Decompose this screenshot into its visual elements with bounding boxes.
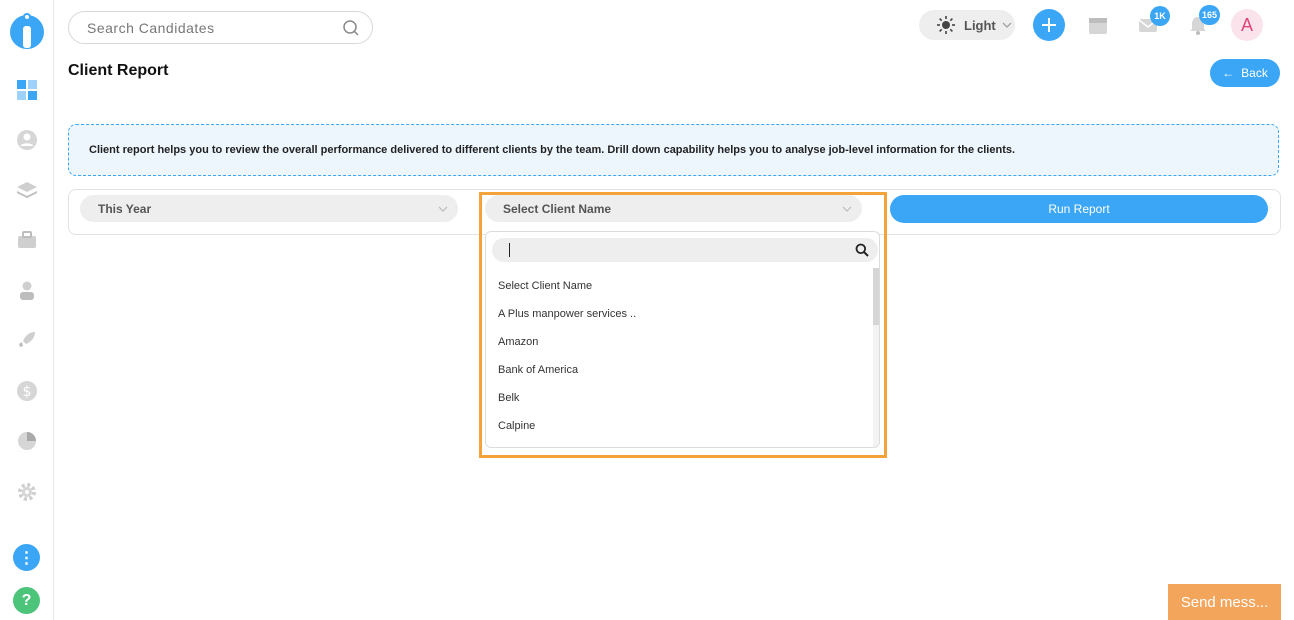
add-button[interactable] <box>1033 9 1065 41</box>
dropdown-option[interactable]: A Plus manpower services .. <box>486 300 872 328</box>
sidebar: $ ⋮ ? <box>0 0 54 620</box>
page-title: Client Report <box>68 62 169 79</box>
dropdown-option[interactable]: Amazon <box>486 328 872 356</box>
notification-badge: 165 <box>1199 5 1221 25</box>
help-icon[interactable]: ? <box>13 587 40 614</box>
info-banner: Client report helps you to review the ov… <box>68 124 1279 176</box>
back-button[interactable]: ← Back <box>1210 59 1280 87</box>
theme-label: Light <box>964 17 996 33</box>
theme-toggle[interactable]: Light <box>919 10 1015 40</box>
reports-pie-icon[interactable] <box>15 429 39 453</box>
dropdown-option[interactable]: Select Client Name <box>486 272 872 300</box>
scrollbar-thumb[interactable] <box>873 268 879 325</box>
billing-dollar-icon[interactable]: $ <box>15 379 39 403</box>
plus-icon <box>1042 18 1056 32</box>
app-root: $ ⋮ ? Light 1K 165 A Client Report ← Bac… <box>0 0 1294 620</box>
dashboard-icon[interactable] <box>15 78 39 102</box>
sun-icon <box>937 16 955 34</box>
recruiter-icon[interactable] <box>15 278 39 302</box>
search-candidates[interactable] <box>68 11 373 44</box>
search-icon[interactable] <box>342 19 360 37</box>
client-value: Select Client Name <box>503 201 612 216</box>
dropdown-option[interactable]: Calpine <box>486 412 872 440</box>
svg-text:$: $ <box>23 384 32 400</box>
dropdown-search[interactable] <box>492 238 878 262</box>
candidate-icon[interactable] <box>15 128 39 152</box>
avatar[interactable]: A <box>1231 9 1263 41</box>
more-options-icon[interactable]: ⋮ <box>13 544 40 571</box>
run-report-button[interactable]: Run Report <box>890 195 1268 223</box>
calendar-icon[interactable] <box>1087 14 1109 36</box>
rocket-icon[interactable] <box>15 328 39 352</box>
settings-gear-icon[interactable] <box>15 480 39 504</box>
mail-badge: 1K <box>1150 6 1170 26</box>
period-value: This Year <box>98 201 152 216</box>
search-input[interactable] <box>87 20 327 36</box>
dropdown-search-input[interactable] <box>506 241 836 255</box>
arrow-left-icon: ← <box>1222 66 1235 80</box>
period-select[interactable]: This Year <box>80 195 458 222</box>
dropdown-option[interactable]: Bank of America <box>486 356 872 384</box>
client-select[interactable]: Select Client Name <box>485 195 862 222</box>
send-message-button[interactable]: Send mess... <box>1168 584 1281 620</box>
app-logo[interactable] <box>8 8 46 50</box>
back-label: Back <box>1241 66 1268 80</box>
dropdown-option[interactable]: Belk <box>486 384 872 412</box>
chevron-down-icon <box>438 206 448 212</box>
text-caret <box>509 243 510 257</box>
layers-icon[interactable] <box>15 178 39 202</box>
chevron-down-icon <box>1002 22 1012 28</box>
search-icon <box>855 243 869 257</box>
dropdown-scrollbar[interactable] <box>873 268 879 447</box>
jobs-briefcase-icon[interactable] <box>15 228 39 252</box>
chevron-down-icon <box>842 206 852 212</box>
dropdown-list: Select Client Name A Plus manpower servi… <box>486 272 872 440</box>
client-dropdown: Select Client Name A Plus manpower servi… <box>485 231 880 448</box>
info-text: Client report helps you to review the ov… <box>89 144 1016 156</box>
